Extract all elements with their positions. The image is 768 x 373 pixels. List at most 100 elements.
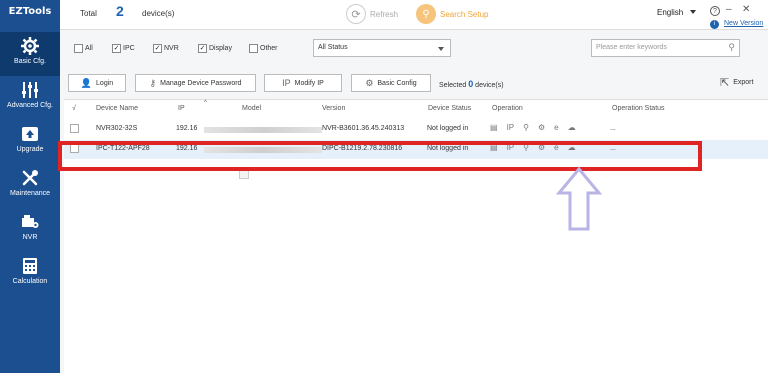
header-device-status[interactable]: Device Status (428, 105, 471, 112)
toolbar: 👤 Login ⚷ Manage Device Password IP Modify … (60, 70, 768, 98)
export-button[interactable]: ⇱ Export (720, 76, 753, 89)
info-icon: i (710, 20, 719, 29)
basic-config-label: Basic Config (377, 79, 417, 87)
sidebar-item-label: Basic Cfg. (14, 58, 46, 65)
cell-ip: 192.16 (176, 125, 198, 132)
chevron-down-icon (438, 47, 444, 51)
gear-icon: ⚙ (365, 77, 374, 88)
new-version-link[interactable]: New Version (724, 20, 763, 27)
search-placeholder: Please enter keywords (596, 44, 667, 51)
refresh-icon: ⟳ (346, 4, 366, 24)
cloud-icon[interactable]: ☁ (568, 123, 576, 132)
checkbox-label: IPC (123, 45, 135, 52)
filter-ipc-checkbox[interactable]: ✓ IPC (112, 44, 135, 53)
sidebar-item-label: Upgrade (16, 146, 44, 153)
checkbox-box[interactable]: ✓ (153, 44, 162, 53)
document-icon[interactable]: ▤ (490, 123, 498, 132)
header-operation: Operation (492, 105, 523, 112)
basic-config-button[interactable]: ⚙ Basic Config (351, 74, 431, 92)
search-input[interactable]: Please enter keywords ⚲ (591, 39, 740, 57)
sidebar-item-label: NVR (22, 234, 38, 241)
help-icon[interactable]: ? (710, 6, 720, 16)
search-setup-button[interactable]: ⚲ Search Setup (416, 3, 488, 25)
cell-device-status: Not logged in (427, 125, 469, 132)
cell-model-redacted (204, 127, 322, 133)
filter-nvr-checkbox[interactable]: ✓ NVR (153, 44, 179, 53)
sidebar: EZTools Basic Cfg. Advanced Cfg. Upgrade… (0, 0, 60, 373)
checkbox-box[interactable] (74, 44, 83, 53)
checkbox-label: Display (209, 45, 232, 52)
devices-label: device(s) (142, 9, 175, 18)
sidebar-item-basic-cfg[interactable]: Basic Cfg. (0, 32, 60, 76)
header-ip[interactable]: IP (178, 105, 185, 112)
sidebar-item-label: Calculation (12, 278, 48, 285)
modify-ip-label: Modify IP (294, 79, 324, 87)
sidebar-item-advanced-cfg[interactable]: Advanced Cfg. (0, 76, 60, 120)
minimize-icon[interactable]: – (726, 4, 732, 15)
filter-other-checkbox[interactable]: Other (249, 44, 278, 53)
ip-icon: IP (282, 78, 291, 88)
filter-bar: All ✓ IPC ✓ NVR ✓ Display Other All Status … (60, 32, 768, 64)
refresh-label: Refresh (370, 9, 399, 19)
checkbox-label: NVR (164, 45, 179, 52)
tools-icon (22, 170, 38, 186)
cell-version: NVR-B3601.36.45.240313 (322, 125, 405, 132)
header-check[interactable]: √ (72, 105, 76, 112)
row-operations: ▤ IP ⚲ ⚙ e ☁ (490, 123, 576, 132)
export-label: Export (733, 79, 754, 86)
login-label: Login (96, 79, 114, 87)
total-label: Total (80, 9, 97, 18)
browser-icon[interactable]: e (554, 123, 558, 132)
sidebar-item-label: Maintenance (9, 190, 51, 197)
manage-device-password-button[interactable]: ⚷ Manage Device Password (135, 74, 256, 92)
table-row[interactable]: NVR302-32S 192.16 NVR-B3601.36.45.240313… (64, 120, 768, 139)
close-icon[interactable]: ✕ (742, 4, 750, 15)
upgrade-icon (22, 127, 38, 141)
chevron-down-icon[interactable] (690, 10, 696, 14)
cell-device-name: NVR302-32S (96, 125, 138, 132)
app-logo: EZTools (0, 0, 60, 30)
sidebar-item-calculation[interactable]: Calculation (0, 252, 60, 296)
key-icon: ⚷ (149, 77, 157, 88)
header-device-name[interactable]: Device Name (96, 105, 138, 112)
checkbox-box[interactable]: ✓ (198, 44, 207, 53)
calculator-icon (23, 258, 37, 274)
filter-display-checkbox[interactable]: ✓ Display (198, 44, 232, 53)
eztools-window: EZTools Basic Cfg. Advanced Cfg. Upgrade… (0, 0, 768, 373)
header-model[interactable]: Model (242, 105, 261, 112)
checkbox-label: Other (260, 45, 278, 52)
gear-icon[interactable]: ⚙ (538, 123, 545, 132)
sidebar-item-upgrade[interactable]: Upgrade (0, 120, 60, 164)
nvr-icon (22, 215, 39, 228)
checkbox-box[interactable]: ✓ (112, 44, 121, 53)
top-bar: Total 2 device(s) ⟳ Refresh ⚲ Search Set… (60, 0, 768, 30)
status-select-value: All Status (318, 44, 348, 51)
wrench-icon[interactable]: ⚲ (523, 123, 529, 132)
login-button[interactable]: 👤 Login (68, 74, 126, 92)
search-setup-label: Search Setup (440, 9, 489, 19)
manage-password-label: Manage Device Password (160, 79, 242, 87)
sliders-icon (22, 82, 38, 98)
search-icon[interactable]: ⚲ (728, 42, 735, 53)
selected-label: Selected (439, 82, 467, 89)
status-select[interactable]: All Status (313, 39, 451, 57)
cell-operation-status: ... (610, 125, 616, 132)
checkbox-box[interactable] (249, 44, 258, 53)
checkbox-label: All (85, 45, 93, 52)
selected-count: 0 (468, 79, 474, 89)
sidebar-item-maintenance[interactable]: Maintenance (0, 164, 60, 208)
modify-ip-button[interactable]: IP Modify IP (264, 74, 342, 92)
header-version[interactable]: Version (322, 105, 345, 112)
search-icon: ⚲ (416, 4, 436, 24)
total-count: 2 (116, 3, 124, 19)
filter-all-checkbox[interactable]: All (74, 44, 93, 53)
refresh-button[interactable]: ⟳ Refresh (346, 3, 398, 25)
row-checkbox[interactable] (70, 124, 79, 133)
gear-icon (21, 37, 39, 55)
sidebar-item-nvr[interactable]: NVR (0, 208, 60, 252)
selected-count-text: Selected 0 device(s) (439, 79, 504, 89)
language-select[interactable]: English (657, 8, 683, 17)
ip-icon[interactable]: IP (507, 123, 515, 132)
sort-up-icon: ^ (204, 100, 207, 106)
user-icon: 👤 (80, 77, 93, 88)
